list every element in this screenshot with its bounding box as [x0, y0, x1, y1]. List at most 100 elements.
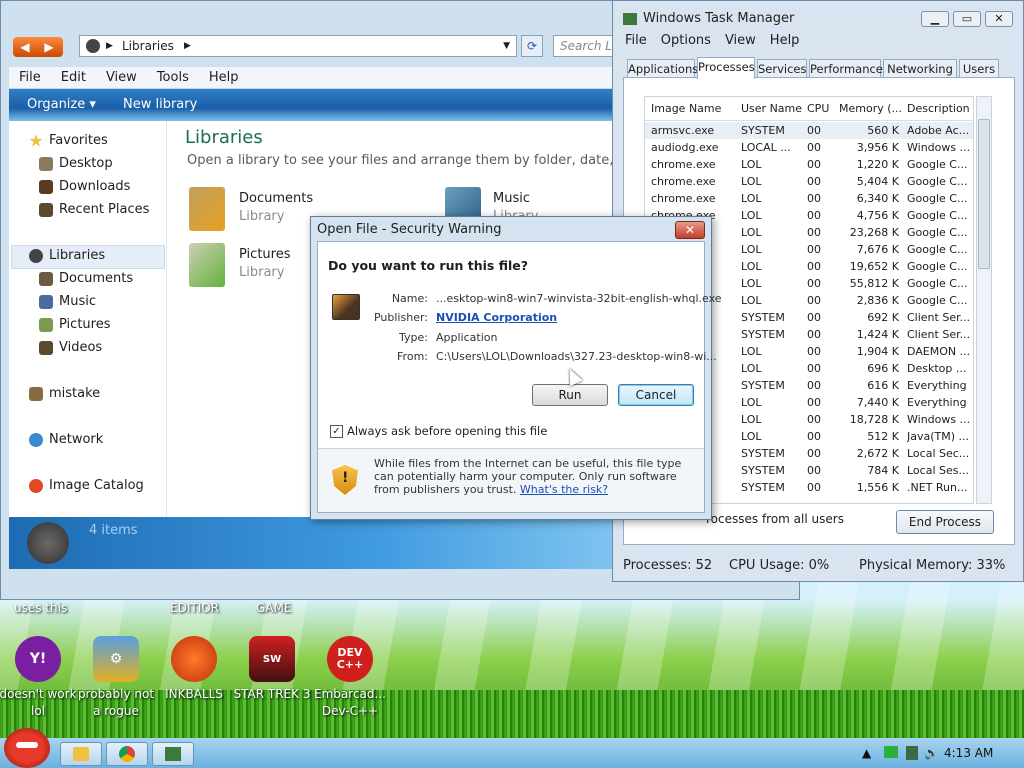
desktop-label-uses-this[interactable]: uses this: [14, 600, 67, 617]
always-ask-checkbox[interactable]: ✓ Always ask before opening this file: [330, 424, 547, 438]
pictures-library-icon[interactable]: [189, 243, 225, 287]
menu-tools[interactable]: Tools: [147, 67, 199, 88]
col-description[interactable]: Description: [907, 102, 970, 115]
cell-cpu: 00: [807, 379, 821, 392]
desktop-label-editior[interactable]: EDITIOR: [170, 600, 219, 617]
nav-libraries[interactable]: Libraries: [29, 246, 105, 266]
cell-cpu: 00: [807, 447, 821, 460]
address-dropdown-icon[interactable]: ▼: [503, 36, 510, 56]
col-user-name[interactable]: User Name: [741, 102, 802, 115]
cell-desc: Everything: [907, 396, 967, 409]
minimize-button[interactable]: ▁: [921, 11, 949, 27]
nav-network[interactable]: Network: [29, 430, 103, 450]
table-row[interactable]: armsvc.exe SYSTEM 00 560 K Adobe Ac...: [645, 122, 973, 139]
cell-mem: 55,812 K: [849, 277, 899, 290]
back-button[interactable]: ◀: [13, 37, 37, 57]
publisher-link[interactable]: NVIDIA Corporation: [436, 311, 557, 324]
nav-mistake[interactable]: mistake: [29, 384, 100, 404]
cell-user: LOCAL ...: [741, 141, 791, 154]
nav-music[interactable]: Music: [39, 292, 96, 312]
nav-desktop[interactable]: Desktop: [39, 154, 113, 174]
library-pictures[interactable]: Pictures Library: [239, 247, 290, 280]
show-all-processes[interactable]: rocesses from all users: [706, 512, 844, 526]
new-library-button[interactable]: New library: [123, 97, 197, 112]
nav-label: Documents: [59, 271, 134, 286]
cancel-button[interactable]: Cancel: [618, 384, 694, 406]
page-subtitle: Open a library to see your files and arr…: [187, 153, 613, 168]
tab-processes[interactable]: Processes: [697, 57, 755, 79]
dialog-close-button[interactable]: ✕: [675, 221, 705, 239]
menu-file[interactable]: File: [9, 67, 51, 88]
taskbar-chrome-button[interactable]: [106, 742, 148, 766]
organize-label: Organize: [27, 97, 86, 112]
cell-user: LOL: [741, 260, 762, 273]
breadcrumb-arrow-icon[interactable]: ▶: [184, 36, 191, 56]
clock[interactable]: 4:13 AM: [944, 746, 993, 760]
nav-recent-places[interactable]: Recent Places: [39, 200, 149, 220]
menu-view[interactable]: View: [96, 67, 147, 88]
tab-networking[interactable]: Networking: [883, 59, 957, 79]
nav-downloads[interactable]: Downloads: [39, 177, 130, 197]
libraries-disc-icon: [27, 522, 69, 564]
end-process-button[interactable]: End Process: [896, 510, 994, 534]
tm-menu-options[interactable]: Options: [661, 33, 711, 48]
tm-menu-view[interactable]: View: [725, 33, 756, 48]
tm-menu-help[interactable]: Help: [770, 33, 800, 48]
nav-label: Network: [49, 432, 104, 447]
volume-icon[interactable]: 🔈: [924, 746, 939, 760]
forward-button[interactable]: ▶: [37, 37, 61, 57]
desktop-label-game[interactable]: GAME: [256, 600, 291, 617]
table-row[interactable]: chrome.exe LOL 00 6,340 K Google C...: [645, 190, 973, 207]
show-hidden-icons[interactable]: ▲: [862, 746, 871, 760]
close-button[interactable]: ✕: [985, 11, 1013, 27]
address-bar[interactable]: ▶ Libraries ▶ ▼: [79, 35, 517, 57]
desktop-icon-star-trek[interactable]: SW STAR TREK 3: [230, 636, 314, 703]
organize-button[interactable]: Organize ▾: [27, 97, 96, 112]
taskbar-explorer-button[interactable]: [60, 742, 102, 766]
network-tray-icon[interactable]: [884, 746, 898, 758]
cell-user: LOL: [741, 396, 762, 409]
maximize-button[interactable]: ▭: [953, 11, 981, 27]
tab-performance[interactable]: Performance: [809, 59, 883, 79]
cell-desc: Adobe Ac...: [907, 124, 970, 137]
cell-user: LOL: [741, 226, 762, 239]
desktop-icon-inkballs[interactable]: INKBALLS: [152, 636, 236, 703]
desktop-icon-rogue[interactable]: ⚙ probably not a rogue: [74, 636, 158, 720]
tm-menu-file[interactable]: File: [625, 33, 647, 48]
cell-cpu: 00: [807, 464, 821, 477]
col-cpu[interactable]: CPU: [807, 102, 829, 115]
tab-applications[interactable]: Applications: [627, 59, 698, 79]
table-row[interactable]: chrome.exe LOL 00 5,404 K Google C...: [645, 173, 973, 190]
table-row[interactable]: chrome.exe LOL 00 1,220 K Google C...: [645, 156, 973, 173]
nav-documents[interactable]: Documents: [39, 269, 133, 289]
breadcrumb-arrow-icon[interactable]: ▶: [106, 36, 113, 56]
library-documents[interactable]: Documents Library: [239, 191, 313, 224]
refresh-button[interactable]: ⟳: [521, 35, 543, 57]
desktop-icon-devcpp[interactable]: DEV C++ Embarcad... Dev-C++: [308, 636, 392, 720]
checkbox-checked-icon[interactable]: ✓: [330, 424, 343, 438]
documents-library-icon[interactable]: [189, 187, 225, 231]
taskbar-task-manager-button[interactable]: [152, 742, 194, 766]
scroll-thumb[interactable]: [978, 119, 990, 269]
start-button[interactable]: [4, 728, 50, 768]
run-button[interactable]: Run: [532, 384, 608, 406]
battery-tray-icon[interactable]: [906, 746, 918, 760]
menu-edit[interactable]: Edit: [51, 67, 96, 88]
checkbox-label: Always ask before opening this file: [347, 424, 548, 438]
vertical-scrollbar[interactable]: [976, 96, 992, 504]
nav-pictures[interactable]: Pictures: [39, 315, 110, 335]
col-memory[interactable]: Memory (...: [839, 102, 902, 115]
table-row[interactable]: audiodg.exe LOCAL ... 00 3,956 K Windows ...: [645, 139, 973, 156]
menu-help[interactable]: Help: [199, 67, 249, 88]
desktop-icon-yahoo[interactable]: Y! doesn't work lol: [0, 636, 80, 720]
nav-favorites[interactable]: Favorites: [29, 131, 108, 151]
col-image-name[interactable]: Image Name: [651, 102, 721, 115]
tab-users[interactable]: Users: [959, 59, 999, 79]
nav-buttons: ◀ ▶: [13, 37, 63, 57]
risk-link[interactable]: What's the risk?: [520, 483, 608, 496]
nav-image-catalog[interactable]: Image Catalog: [29, 476, 144, 496]
nav-videos[interactable]: Videos: [39, 338, 102, 358]
dialog-question: Do you want to run this file?: [328, 258, 528, 273]
breadcrumb-libraries[interactable]: Libraries: [122, 39, 174, 53]
tab-services[interactable]: Services: [757, 59, 807, 79]
